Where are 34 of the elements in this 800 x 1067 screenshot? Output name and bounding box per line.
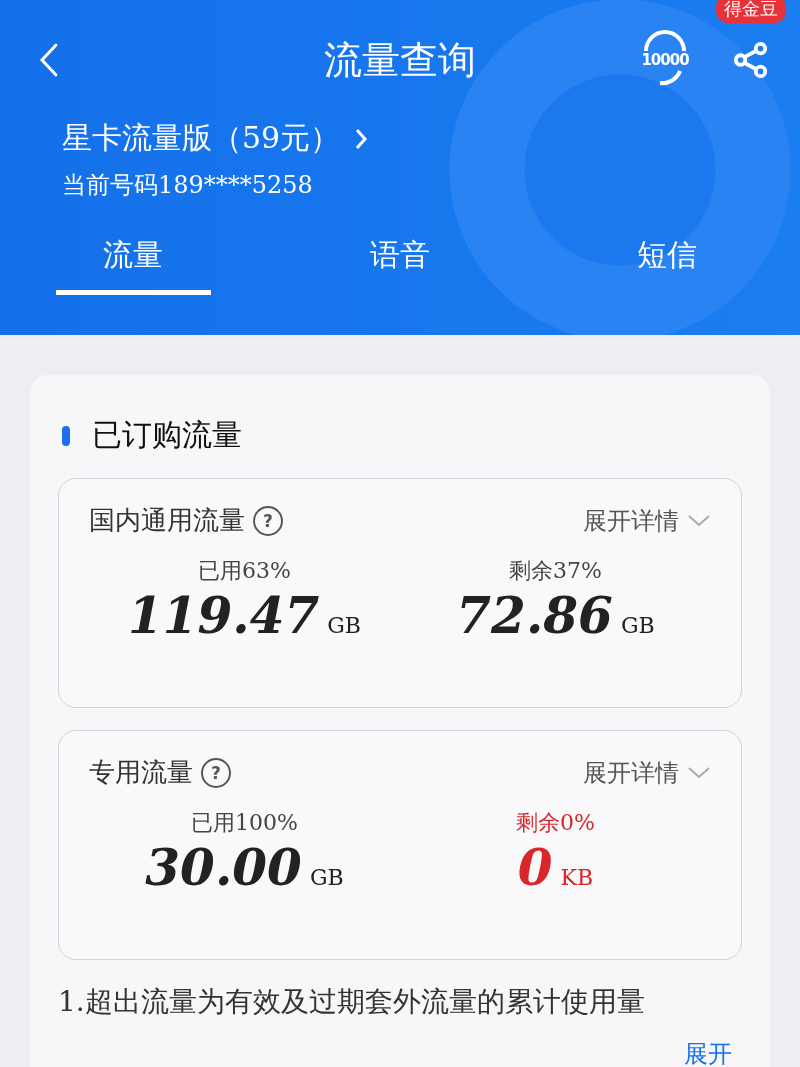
chevron-icon[interactable] — [687, 765, 711, 780]
section-marker — [62, 425, 70, 446]
chevron-icon[interactable] — [687, 513, 711, 528]
remaining-unit: KB — [560, 865, 594, 890]
remaining-label: 剩余37% — [509, 557, 602, 585]
share-icon[interactable] — [732, 40, 770, 80]
expand-link[interactable]: 展开详情 — [583, 756, 679, 789]
phone-number: 当前号码189****5258 — [62, 170, 314, 201]
remaining-unit: GB — [620, 613, 655, 638]
expand-link[interactable]: 展开 — [684, 1038, 732, 1067]
help-icon[interactable]: ? — [201, 757, 231, 788]
remaining-amount: 0 — [517, 838, 553, 897]
used-amount: 30.00 — [145, 838, 302, 897]
tab[interactable]: 流量 — [56, 227, 211, 295]
help-icon[interactable]: ? — [253, 505, 283, 536]
remaining-amount: 72.86 — [456, 586, 613, 645]
package-name: 国内通用流量 — [89, 504, 245, 537]
chevron-icon[interactable] — [354, 126, 369, 151]
used-amount: 119.47 — [127, 586, 320, 645]
section-title: 已订购流量 — [92, 416, 242, 454]
page-title: 流量查询 — [324, 36, 476, 84]
note-text: 1.超出流量为有效及过期套外流量的累计使用量 — [58, 984, 646, 1020]
used-label: 已用63% — [198, 557, 291, 585]
back-icon[interactable] — [38, 42, 60, 78]
tab[interactable]: 短信 — [589, 227, 744, 295]
tab[interactable]: 语音 — [322, 227, 478, 295]
used-label: 已用100% — [191, 809, 298, 837]
used-unit: GB — [327, 613, 362, 638]
package-name: 专用流量 — [89, 756, 193, 789]
reward-badge[interactable]: 得金豆 — [716, 0, 786, 23]
remaining-label: 剩余0% — [516, 809, 595, 837]
plan-link[interactable]: 星卡流量版（59元） — [62, 118, 341, 159]
expand-link[interactable]: 展开详情 — [583, 504, 679, 537]
used-unit: GB — [309, 865, 344, 890]
